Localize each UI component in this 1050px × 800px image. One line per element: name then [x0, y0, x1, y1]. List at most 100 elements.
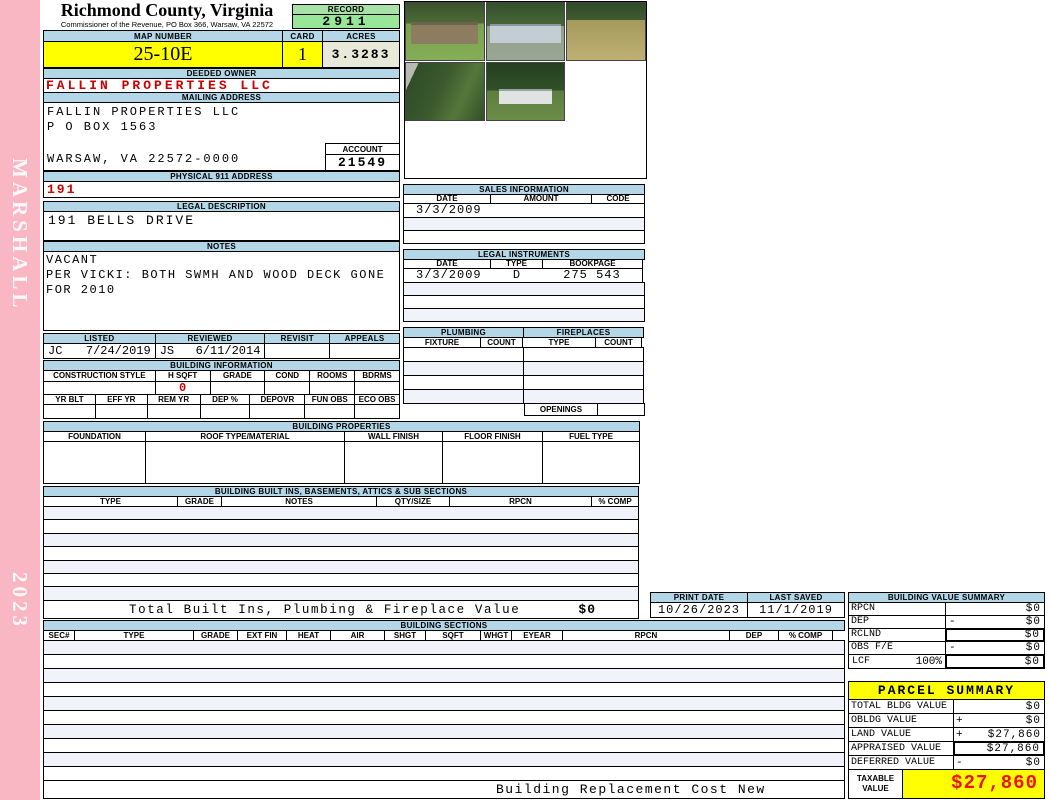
deeded-owner-value: FALLIN PROPERTIES LLC [43, 78, 400, 93]
parcel-value: $27,860 [987, 728, 1041, 741]
bvs-value: $0 [1024, 655, 1040, 668]
note-line-3: FOR 2010 [46, 283, 116, 297]
sidebar-vendor-label: MARSHALL [8, 158, 32, 312]
parcel-row-total-bldg: TOTAL BLDG VALUE $0 [848, 699, 1045, 714]
parcel-value: $0 [1025, 700, 1041, 713]
parcel-value-cell: $0 [953, 699, 1045, 714]
property-photo-4[interactable] [405, 62, 485, 121]
property-photo-5[interactable] [486, 62, 565, 121]
bvs-row-rpcn: RPCN $0 [848, 602, 1045, 616]
building-sections-empty-row [43, 640, 845, 655]
built-ins-empty-row [43, 546, 639, 561]
bvs-row-lcf: LCF 100% $0 [848, 654, 1045, 669]
parcel-label: DEFERRED VALUE [848, 755, 954, 770]
parcel-row-deferred: DEFERRED VALUE - $0 [848, 755, 1045, 770]
property-photo-1[interactable] [405, 2, 485, 61]
parcel-value-cell: + $27,860 [953, 727, 1045, 742]
reviewed-value: JS 6/11/2014 [154, 343, 266, 359]
parcel-row-appraised: APPRAISED VALUE $27,860 [848, 741, 1045, 756]
map-number-value: 25-10E [43, 41, 283, 68]
reviewed-date: 6/11/2014 [195, 344, 261, 358]
parcel-value-cell: - $0 [953, 755, 1045, 770]
construction-style-value [43, 381, 156, 395]
pf-cell [523, 361, 644, 376]
instruments-row-1: 3/3/2009 D 275 543 [403, 268, 645, 283]
taxable-label-line2: VALUE [862, 784, 889, 793]
legal-description-value: 191 BELLS DRIVE [43, 211, 400, 241]
depovr-value [249, 404, 306, 419]
built-ins-empty-row [43, 519, 639, 534]
pf-row-4 [403, 389, 645, 404]
fuel-type-value [542, 441, 640, 484]
note-line-2: PER VICKI: BOTH SWMH AND WOOD DECK GONE [46, 268, 386, 282]
parcel-value: $27,860 [986, 742, 1040, 755]
built-ins-empty-row [43, 532, 639, 548]
appeals-value [329, 343, 400, 359]
floor-finish-value [442, 441, 543, 484]
pf-cell [403, 361, 524, 376]
rooms-value [309, 381, 356, 395]
instrument-type: D [490, 268, 543, 283]
foundation-value [43, 441, 146, 484]
bvs-label: DEP [848, 615, 946, 629]
building-sections-empty-row [43, 668, 845, 683]
pf-cell [523, 375, 644, 390]
pf-cell [523, 347, 644, 362]
bvs-value: $0 [1025, 616, 1041, 628]
sales-row-3 [403, 230, 645, 244]
bvs-label: OBS F/E [848, 641, 946, 655]
building-properties-body [43, 441, 640, 484]
property-photo-2[interactable] [486, 2, 565, 61]
building-sections-empty-row [43, 654, 845, 669]
building-sections-empty-row [43, 738, 845, 753]
bvs-value-cell: $0 [945, 602, 1045, 616]
pf-row-3 [403, 375, 645, 390]
bvs-lcf-pct: 100% [915, 655, 942, 668]
instruments-row-3 [403, 295, 645, 309]
listed-by: JC [48, 344, 63, 358]
note-line-1: VACANT [46, 253, 99, 267]
building-sections-empty-row [43, 710, 845, 725]
pf-cell [403, 389, 524, 404]
parcel-label: TOTAL BLDG VALUE [848, 699, 954, 714]
roof-value [145, 441, 345, 484]
building-sections-empty-row [43, 752, 845, 767]
mailing-line-3: WARSAW, VA 22572-0000 [47, 152, 241, 166]
building-sections-empty-row [43, 724, 845, 739]
parcel-label: LAND VALUE [848, 727, 954, 742]
building-sections-empty-row [43, 682, 845, 697]
instrument-bookpage: 275 543 [542, 268, 643, 283]
openings-value [597, 403, 645, 416]
building-sections-footer-row: Building Replacement Cost New [43, 780, 845, 799]
listed-value: JC 7/24/2019 [43, 343, 156, 359]
built-ins-empty-row [43, 506, 639, 521]
building-sections-empty-row [43, 696, 845, 711]
bvs-row-obs: OBS F/E - $0 [848, 641, 1045, 655]
built-ins-total-value: $0 [578, 602, 596, 617]
card-value: 1 [282, 41, 323, 68]
property-photo-3[interactable] [566, 2, 646, 61]
parcel-summary-title: PARCEL SUMMARY [848, 681, 1045, 700]
bvs-label: RCLND [848, 628, 946, 642]
effyr-value [94, 404, 148, 419]
reviewed-by: JS [159, 344, 175, 358]
building-info-value-row-2 [43, 404, 400, 419]
parcel-row-land: LAND VALUE + $27,860 [848, 727, 1045, 742]
instruments-row-4 [403, 308, 645, 322]
trailer-shape [498, 89, 553, 104]
parcel-op: - [956, 756, 963, 769]
sidebar [0, 0, 40, 800]
taxable-label-line1: TAXABLE [856, 774, 895, 783]
bdrms-value [354, 381, 400, 395]
grade-value [209, 381, 266, 395]
commissioner-line: Commissioner of the Revenue, PO Box 366,… [60, 20, 274, 29]
trailer-shape [410, 22, 478, 44]
sales-row-1: 3/3/2009 [403, 203, 645, 218]
trailer-shape [490, 23, 561, 43]
parcel-value-cell: $27,860 [953, 741, 1045, 756]
last-saved-value: 11/1/2019 [747, 602, 845, 618]
replacement-cost-note: Building Replacement Cost New [496, 782, 766, 797]
building-info-value-row-1: 0 [43, 381, 400, 395]
parcel-value: $0 [1025, 756, 1041, 769]
built-ins-empty-row [43, 573, 639, 588]
